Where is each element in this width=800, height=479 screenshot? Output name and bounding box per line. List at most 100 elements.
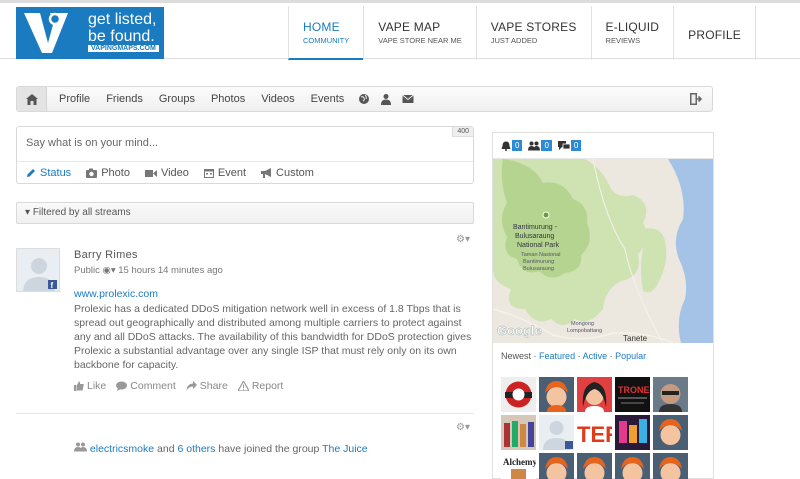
report-button[interactable]: Report [237, 380, 284, 392]
avatar[interactable]: f [16, 248, 60, 292]
member-avatar[interactable] [577, 377, 612, 412]
member-avatar[interactable] [653, 415, 688, 450]
post-author[interactable]: Barry Rimes [74, 249, 138, 261]
gear-icon: ⚙ [456, 234, 465, 245]
map-label-park-local3: Bulusaraung [523, 266, 554, 272]
comment-icon [116, 381, 128, 391]
messages-button[interactable]: 0 [557, 140, 582, 151]
site-header: get listed, be found. VAPINGMAPS.COM HOM… [0, 3, 800, 60]
bell-icon [501, 141, 511, 151]
globe-icon[interactable] [358, 93, 370, 105]
nav-home[interactable]: HOME COMMUNITY [288, 6, 364, 60]
post-timestamp[interactable]: 15 hours 14 minutes ago [118, 265, 223, 276]
notifications-button[interactable]: 0 [501, 140, 523, 151]
post-meta: Public ◉▾ 15 hours 14 minutes ago [74, 265, 223, 276]
member-avatar[interactable] [539, 415, 574, 450]
stream-filter-label: Filtered by all streams [32, 207, 131, 218]
join-user-link[interactable]: electricsmoke [90, 443, 154, 455]
composer-tab-photo-label: Photo [101, 167, 130, 179]
members-tab-featured[interactable]: Featured [539, 351, 575, 361]
site-logo[interactable]: get listed, be found. VAPINGMAPS.COM [16, 7, 164, 59]
member-photo-image [615, 415, 650, 450]
messages-count: 0 [570, 140, 582, 151]
map-label-park: Bantimurung - [513, 224, 558, 231]
member-avatar[interactable]: Alchemy [501, 453, 536, 479]
envelope-icon[interactable] [402, 93, 415, 105]
share-button[interactable]: Share [186, 380, 228, 392]
users-icon [74, 442, 87, 452]
composer-tab-photo[interactable]: Photo [86, 167, 130, 179]
default-avatar-image [577, 453, 612, 479]
composer-tab-video[interactable]: Video [144, 167, 189, 179]
comments-icon [557, 140, 570, 150]
member-avatar[interactable] [653, 377, 688, 412]
composer-tab-event[interactable]: Event [203, 167, 246, 179]
post-link[interactable]: www.prolexic.com [74, 288, 158, 300]
share-icon [186, 381, 197, 391]
like-button[interactable]: Like [74, 380, 106, 392]
friend-requests-button[interactable]: 0 [528, 140, 552, 151]
member-avatar[interactable] [501, 377, 536, 412]
member-avatar[interactable] [539, 453, 574, 479]
stream-filter[interactable]: ▾ Filtered by all streams [16, 202, 474, 224]
nav-profile[interactable]: PROFILE [673, 6, 756, 60]
group-join-text: electricsmoke and 6 others have joined t… [74, 442, 368, 455]
post-settings-button[interactable]: ⚙▾ [456, 422, 470, 433]
notification-bar: 0 0 0 [493, 133, 713, 159]
join-text: have joined the group [218, 443, 320, 455]
post-privacy[interactable]: Public [74, 265, 100, 276]
join-and-text: and [157, 443, 175, 455]
member-avatar[interactable] [539, 377, 574, 412]
join-others-link[interactable]: 6 others [177, 443, 215, 455]
svg-text:f: f [51, 281, 54, 290]
logout-icon[interactable] [690, 93, 702, 105]
members-tab-newest[interactable]: Newest [501, 351, 531, 361]
location-map[interactable]: Bantimurung - Bulusaraung National Park … [493, 159, 713, 343]
report-label: Report [251, 380, 284, 392]
members-tab-popular[interactable]: Popular [615, 351, 646, 361]
nav-home-sublabel: COMMUNITY [303, 36, 350, 45]
status-input[interactable]: Say what is on your mind... [26, 137, 158, 149]
composer-tab-status[interactable]: Status [26, 167, 71, 179]
join-group-link[interactable]: The Juice [322, 443, 368, 455]
member-avatar[interactable] [577, 453, 612, 479]
video-icon [144, 169, 157, 177]
toolbar-home-button[interactable] [17, 87, 47, 111]
right-sidebar: 0 0 0 Bantimurung - Bulusaraung National… [492, 132, 714, 479]
member-avatar[interactable] [615, 415, 650, 450]
post-settings-button[interactable]: ⚙▾ [456, 234, 470, 245]
nav-e-liquid[interactable]: E-LIQUID REVIEWS [590, 6, 674, 60]
member-avatar[interactable] [501, 415, 536, 450]
members-grid: TRONE TER Alchemy [501, 377, 688, 479]
globe-icon: ◉ [102, 265, 111, 276]
user-icon[interactable] [380, 93, 392, 105]
toolbar-link-photos[interactable]: Photos [211, 93, 245, 105]
nav-vape-map[interactable]: VAPE MAP VAPE STORE NEAR ME [363, 6, 476, 60]
calendar-icon [203, 169, 214, 178]
member-logo-image: TRONE [615, 377, 650, 412]
toolbar-link-groups[interactable]: Groups [159, 93, 195, 105]
composer-tab-custom[interactable]: Custom [261, 167, 314, 179]
friend-requests-count: 0 [541, 140, 552, 151]
member-avatar[interactable] [653, 453, 688, 479]
member-avatar[interactable]: TER [577, 415, 612, 450]
map-label-park-line3: National Park [517, 242, 560, 249]
comment-button[interactable]: Comment [116, 380, 176, 392]
member-avatar[interactable]: TRONE [615, 377, 650, 412]
toolbar-link-events[interactable]: Events [311, 93, 345, 105]
members-tab-active[interactable]: Active [583, 351, 608, 361]
composer-tab-video-label: Video [160, 167, 189, 179]
toolbar-link-profile[interactable]: Profile [59, 93, 90, 105]
nav-vape-stores[interactable]: VAPE STORES JUST ADDED [475, 6, 591, 60]
toolbar-link-friends[interactable]: Friends [106, 93, 143, 105]
map-label-park-line2: Bulusaraung [515, 233, 554, 240]
toolbar-link-videos[interactable]: Videos [261, 93, 294, 105]
group-join-activity: ⚙▾ electricsmoke and 6 others have joine… [16, 420, 474, 479]
svg-text:Alchemy: Alchemy [503, 457, 536, 467]
default-avatar-icon: f [17, 249, 59, 291]
map-label-park-local: Taman Nasional [521, 252, 560, 258]
activity-post: ⚙▾ f Barry Rimes Public ◉▾ 15 hours 14 m… [16, 232, 474, 414]
status-composer: Say what is on your mind... 400 Status P… [16, 126, 474, 184]
composer-tabs: Status Photo Video Event Custom [17, 161, 473, 184]
member-avatar[interactable] [615, 453, 650, 479]
